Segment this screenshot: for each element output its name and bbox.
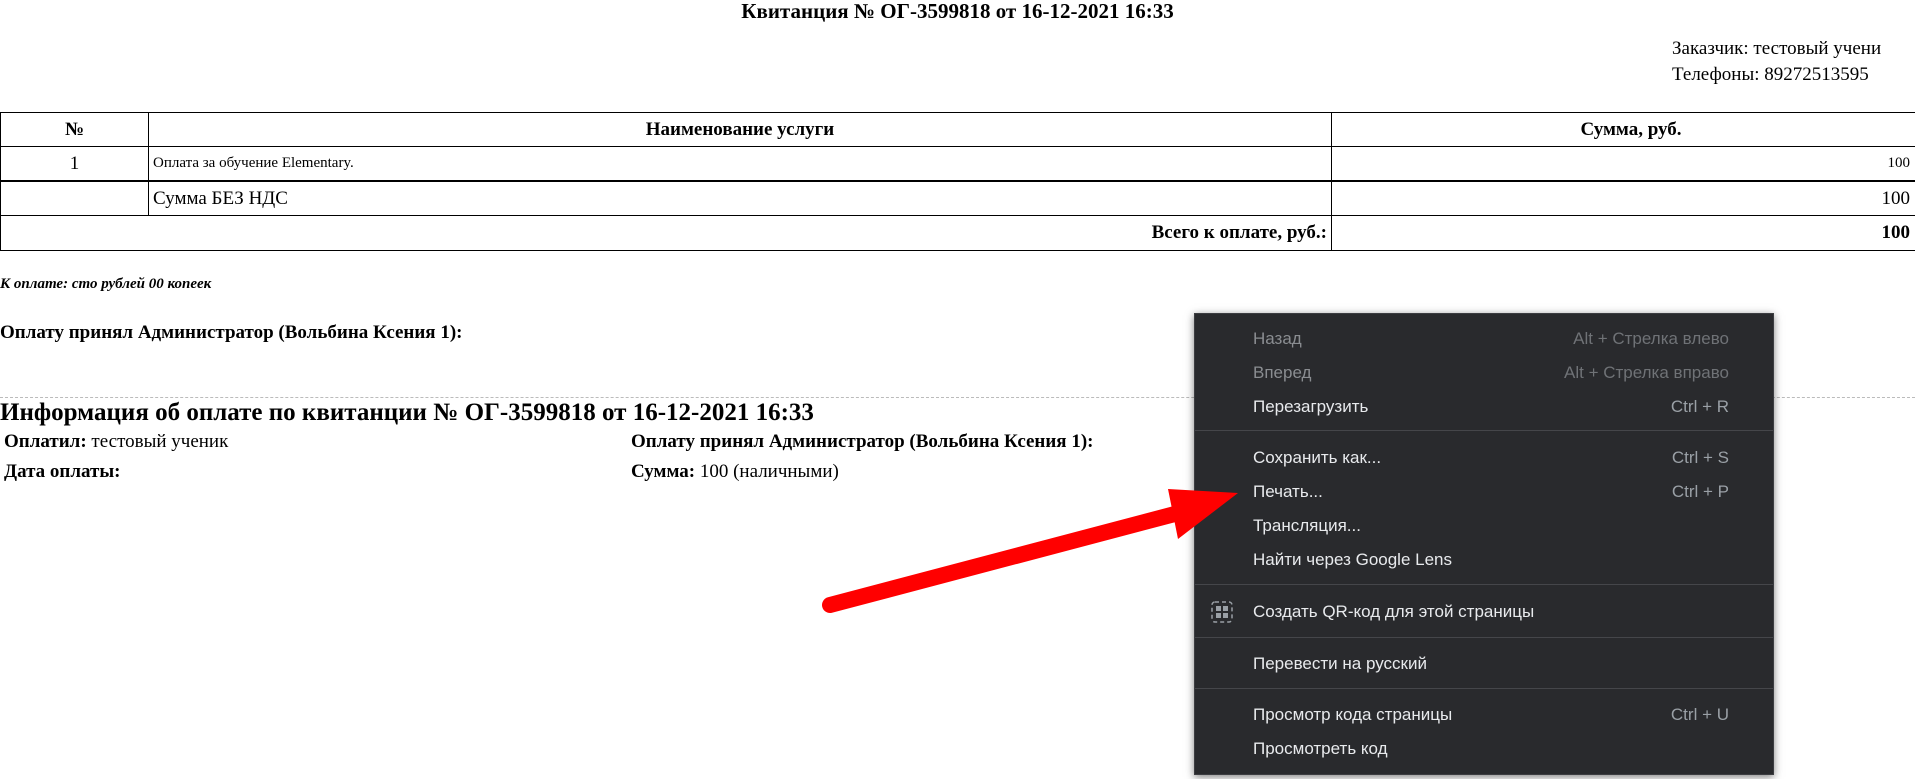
menu-item-view-source[interactable]: Просмотр кода страницы Ctrl + U: [1195, 698, 1773, 732]
total-value: 100: [1331, 215, 1915, 251]
menu-item-back[interactable]: Назад Alt + Стрелка влево: [1195, 322, 1773, 356]
menu-item-label: Сохранить как...: [1253, 448, 1382, 467]
menu-item-label: Трансляция...: [1253, 516, 1361, 535]
col-header-number: №: [0, 112, 149, 147]
menu-item-cast[interactable]: Трансляция...: [1195, 509, 1773, 543]
menu-item-shortcut: Ctrl + R: [1670, 397, 1729, 416]
payment-sum-label: Сумма:: [631, 461, 696, 482]
total-row: Всего к оплате, руб.: 100: [0, 215, 1915, 251]
arrow-shaft: [822, 502, 1198, 613]
menu-item-label: Создать QR-код для этой страницы: [1253, 602, 1535, 621]
menu-item-shortcut: Alt + Стрелка влево: [1573, 329, 1729, 348]
payment-sum-line: Сумма: 100 (наличными): [631, 460, 839, 484]
payment-sum-value: 100 (наличными): [699, 461, 839, 482]
menu-item-forward[interactable]: Вперед Alt + Стрелка вправо: [1195, 356, 1773, 390]
menu-item-save-as[interactable]: Сохранить как... Ctrl + S: [1195, 441, 1773, 475]
table-row: 1 Оплата за обучение Elementary. 100: [0, 146, 1915, 182]
col-header-service: Наименование услуги: [148, 112, 1332, 147]
receipt-title: Квитанция № ОГ-3599818 от 16-12-2021 16:…: [741, 0, 1174, 23]
menu-item-shortcut: Ctrl + P: [1671, 482, 1729, 501]
total-label: Всего к оплате, руб.:: [0, 215, 1332, 251]
menu-item-shortcut: Alt + Стрелка вправо: [1564, 363, 1729, 382]
col-header-amount: Сумма, руб.: [1331, 112, 1915, 147]
customer-info: Заказчик: тестовый учени Телефоны: 89272…: [1672, 36, 1881, 88]
menu-separator: [1195, 688, 1773, 689]
subtotal-value: 100: [1331, 180, 1915, 216]
menu-item-print[interactable]: Печать... Ctrl + P: [1195, 475, 1773, 509]
menu-item-translate[interactable]: Перевести на русский: [1195, 647, 1773, 681]
context-menu: Назад Alt + Стрелка влево Вперед Alt + С…: [1194, 313, 1774, 775]
menu-separator: [1195, 637, 1773, 638]
payment-accepted-label: Оплату принял Администратор (Вольбина Кс…: [631, 431, 1094, 452]
menu-item-label: Просмотр кода страницы: [1253, 705, 1453, 724]
payer-line: Оплатил: тестовый ученик: [4, 430, 228, 454]
subtotal-empty-cell: [0, 180, 149, 216]
payment-date-line: Дата оплаты:: [4, 460, 121, 484]
menu-item-google-lens[interactable]: Найти через Google Lens: [1195, 543, 1773, 577]
table-header-row: № Наименование услуги Сумма, руб.: [0, 112, 1915, 147]
menu-item-label: Перевести на русский: [1253, 654, 1427, 673]
accepted-by: Оплату принял Администратор (Вольбина Кс…: [0, 322, 463, 343]
menu-item-label: Найти через Google Lens: [1253, 550, 1453, 569]
menu-item-label: Просмотреть код: [1253, 739, 1388, 758]
menu-item-shortcut: Ctrl + U: [1670, 705, 1729, 724]
payment-info-title: Информация об оплате по квитанции № ОГ-3…: [0, 399, 814, 426]
menu-item-reload[interactable]: Перезагрузить Ctrl + R: [1195, 390, 1773, 424]
row-amount: 100: [1331, 146, 1915, 182]
customer-line: Заказчик: тестовый учени: [1672, 38, 1882, 59]
menu-separator: [1195, 584, 1773, 585]
row-number: 1: [0, 146, 149, 182]
payer-label: Оплатил:: [4, 431, 87, 452]
subtotal-label: Сумма БЕЗ НДС: [148, 180, 1332, 216]
qr-code-icon: [1211, 601, 1233, 623]
menu-item-inspect[interactable]: Просмотреть код: [1195, 732, 1773, 766]
amount-in-words: К оплате: сто рублей 00 копеек: [0, 276, 212, 292]
menu-item-qr-code[interactable]: Создать QR-код для этой страницы: [1195, 595, 1773, 629]
receipt-table: № Наименование услуги Сумма, руб. 1 Опла…: [0, 112, 1915, 251]
phones-line: Телефоны: 89272513595: [1672, 64, 1869, 85]
subtotal-row: Сумма БЕЗ НДС 100: [0, 180, 1915, 216]
payment-date-label: Дата оплаты:: [4, 461, 121, 482]
menu-item-shortcut: Ctrl + S: [1671, 448, 1729, 467]
menu-item-label: Печать...: [1253, 482, 1323, 501]
menu-item-label: Перезагрузить: [1253, 397, 1369, 416]
payer-value: тестовый ученик: [91, 431, 229, 452]
menu-separator: [1195, 430, 1773, 431]
menu-item-label: Вперед: [1253, 363, 1312, 382]
row-service: Оплата за обучение Elementary.: [148, 146, 1332, 182]
menu-item-label: Назад: [1253, 329, 1302, 348]
payment-accepted-line: Оплату принял Администратор (Вольбина Кс…: [631, 430, 1094, 454]
